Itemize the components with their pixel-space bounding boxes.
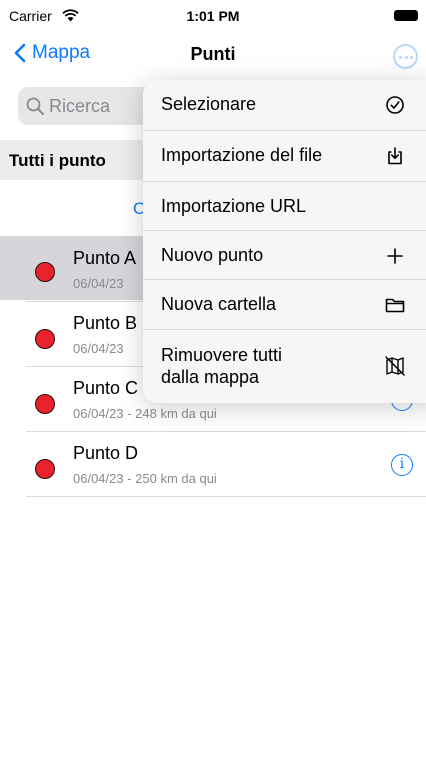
- folder-icon: [385, 298, 405, 313]
- import-file-icon: [388, 147, 402, 165]
- menu-item-label: Nuovo punto: [161, 245, 264, 265]
- menu-item-import-file[interactable]: Importazione del file: [143, 131, 426, 181]
- battery-icon: [394, 10, 418, 21]
- menu-item-select[interactable]: Selezionare: [143, 80, 426, 130]
- point-name: Punto B: [73, 313, 138, 333]
- search-placeholder: Ricerca: [49, 95, 111, 116]
- navigation-bar: Mappa Punti: [0, 34, 426, 78]
- point-row[interactable]: Punto D 06/04/23 - 250 km da qui i: [0, 432, 426, 496]
- status-bar: Carrier 1:01 PM: [0, 0, 426, 34]
- search-icon: [26, 97, 44, 115]
- point-subtitle: 06/04/23 - 248 km da qui: [73, 406, 217, 421]
- more-options-button[interactable]: [393, 44, 418, 69]
- plus-icon: [387, 248, 403, 264]
- status-time: 1:01 PM: [186, 8, 240, 24]
- menu-item-new-point[interactable]: Nuovo punto: [143, 231, 426, 281]
- menu-item-import-url[interactable]: Importazione URL: [143, 182, 426, 232]
- menu-item-label: Selezionare: [161, 94, 257, 114]
- context-menu: Selezionare Importazione del file Import…: [143, 80, 426, 403]
- checkmark-circle-icon: [386, 96, 404, 114]
- more-dot-icon: [404, 56, 408, 59]
- menu-item-new-folder[interactable]: Nuova cartella: [143, 280, 426, 330]
- page-title: Punti: [190, 44, 236, 64]
- menu-item-label: Importazione URL: [161, 196, 307, 216]
- point-pin-icon: [35, 329, 55, 349]
- row-divider: [26, 496, 426, 497]
- menu-item-label: Rimuovere tutti dalla mappa: [161, 345, 283, 387]
- menu-item-remove-all[interactable]: Rimuovere tutti dalla mappa: [143, 330, 426, 403]
- point-pin-icon: [35, 262, 55, 282]
- point-name: Punto D: [73, 443, 139, 463]
- point-name: Punto C: [73, 378, 139, 398]
- point-subtitle: 06/04/23: [73, 276, 124, 291]
- more-dot-icon: [410, 56, 413, 59]
- menu-item-label: Nuova cartella: [161, 294, 277, 314]
- more-dot-icon: [399, 56, 402, 59]
- info-button[interactable]: i: [391, 454, 413, 476]
- map-slash-icon: [385, 356, 405, 376]
- point-pin-icon: [35, 394, 55, 414]
- menu-item-label: Importazione del file: [161, 145, 323, 165]
- point-pin-icon: [35, 459, 55, 479]
- section-title: Tutti i punto: [9, 151, 106, 170]
- home-indicator-area: [0, 740, 426, 758]
- point-subtitle: 06/04/23: [73, 341, 124, 356]
- point-name: Punto A: [73, 248, 137, 268]
- point-subtitle: 06/04/23 - 250 km da qui: [73, 471, 217, 486]
